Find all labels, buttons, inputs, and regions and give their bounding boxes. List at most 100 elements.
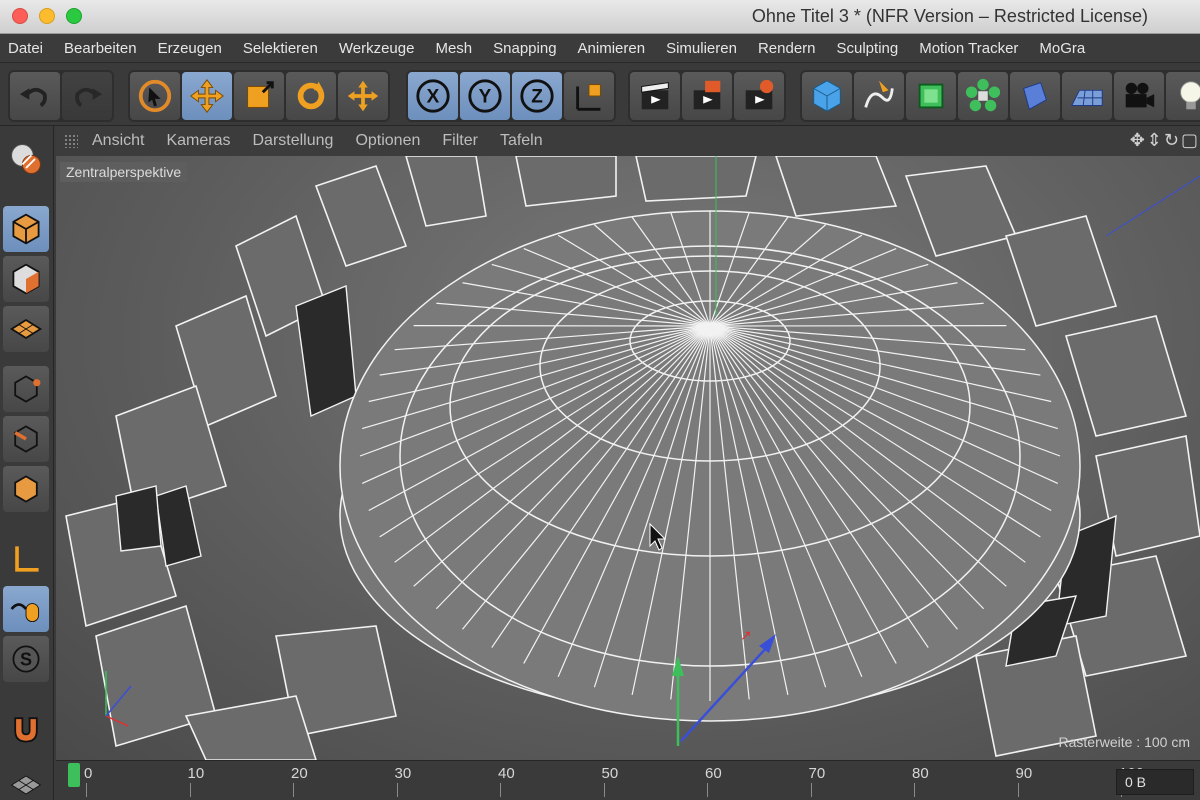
timeline-tick (603, 783, 605, 797)
menu-simulieren[interactable]: Simulieren (666, 40, 737, 57)
snap-magnet-button[interactable] (3, 706, 49, 752)
axis-lock-group: X Y Z (406, 70, 616, 122)
cube-object-button[interactable] (802, 72, 852, 120)
panel-grip-icon[interactable] (64, 134, 78, 148)
light-button[interactable] (1166, 72, 1200, 120)
edges-mode-button[interactable] (3, 416, 49, 462)
solo-mode-button[interactable]: S (3, 636, 49, 682)
menu-animieren[interactable]: Animieren (578, 40, 646, 57)
grid-spacing-info: Rasterweite : 100 cm (1058, 734, 1191, 750)
menu-mograph[interactable]: MoGra (1039, 40, 1085, 57)
redo-button[interactable] (62, 72, 112, 120)
polygons-mode-icon (14, 475, 38, 503)
select-tool-button[interactable] (130, 72, 180, 120)
viewport-menu-ansicht[interactable]: Ansicht (92, 132, 144, 150)
mograph-cloner-icon (965, 78, 1001, 112)
object-create-group (800, 70, 1200, 122)
menu-selektieren[interactable]: Selektieren (243, 40, 318, 57)
timeline-tick-label: 50 (601, 765, 619, 782)
menu-erzeugen[interactable]: Erzeugen (158, 40, 222, 57)
menu-datei[interactable]: Datei (8, 40, 43, 57)
z-axis-icon: Z (520, 79, 554, 113)
scale-icon (247, 81, 274, 108)
move-tool-button[interactable] (182, 72, 232, 120)
floor-button[interactable] (1062, 72, 1112, 120)
menu-rendern[interactable]: Rendern (758, 40, 816, 57)
render-group (628, 70, 786, 122)
window-close-button[interactable] (12, 8, 28, 24)
menu-werkzeuge[interactable]: Werkzeuge (339, 40, 415, 57)
zoom-icon[interactable]: ⇕ (1147, 130, 1164, 150)
timeline-tick (189, 783, 191, 797)
move-icon (190, 79, 224, 113)
render-settings-button[interactable] (734, 72, 784, 120)
viewport-menu-kameras[interactable]: Kameras (166, 132, 230, 150)
menu-snapping[interactable]: Snapping (493, 40, 556, 57)
grid-icon (10, 775, 42, 795)
timeline-tick (810, 783, 812, 797)
maximize-icon[interactable]: ▢ (1181, 130, 1200, 150)
y-axis-lock-button[interactable]: Y (460, 72, 510, 120)
deformer-button[interactable] (1010, 72, 1060, 120)
redo-icon (75, 87, 103, 108)
y-axis-icon: Y (468, 79, 502, 113)
workplane-icon (9, 318, 43, 340)
window-zoom-button[interactable] (66, 8, 82, 24)
deformer-icon (1023, 82, 1047, 111)
timeline-tick-label: 30 (394, 765, 412, 782)
points-mode-button[interactable] (3, 366, 49, 412)
z-axis-lock-button[interactable]: Z (512, 72, 562, 120)
viewport-menu-tafeln[interactable]: Tafeln (500, 132, 543, 150)
viewport-navigation: ✥⇕↻▢ (1130, 130, 1200, 151)
svg-text:↗: ↗ (740, 627, 752, 643)
render-picture-viewer-button[interactable] (682, 72, 732, 120)
scale-tool-button[interactable] (234, 72, 284, 120)
transform-group (128, 70, 390, 122)
undo-button[interactable] (10, 72, 60, 120)
tweak-mode-icon (10, 603, 40, 623)
current-frame-field[interactable]: 0 B (1116, 769, 1194, 795)
cloner-button[interactable] (958, 72, 1008, 120)
timeline-tick (293, 783, 294, 797)
spline-pen-button[interactable] (854, 72, 904, 120)
workplane-mode-button[interactable] (3, 306, 49, 352)
coordinate-system-button[interactable] (564, 72, 614, 120)
cube-icon (813, 80, 841, 112)
grid-button[interactable] (3, 762, 49, 800)
viewport-menu-optionen[interactable]: Optionen (355, 132, 420, 150)
subdivision-surface-button[interactable] (906, 72, 956, 120)
x-axis-lock-button[interactable]: X (408, 72, 458, 120)
edges-mode-icon (14, 425, 38, 453)
viewport-menu-darstellung[interactable]: Darstellung (253, 132, 334, 150)
render-view-button[interactable] (630, 72, 680, 120)
viewport-menu-filter[interactable]: Filter (442, 132, 478, 150)
timeline-tick (914, 783, 915, 797)
timeline-ruler[interactable]: 0102030405060708090100 (68, 761, 1144, 800)
solo-mode-icon: S (12, 645, 40, 673)
orbit-icon[interactable]: ↻ (1164, 130, 1181, 150)
camera-button[interactable] (1114, 72, 1164, 120)
move-alt-tool-button[interactable] (338, 72, 388, 120)
timeline-tick-label: 0 (84, 765, 93, 782)
menu-motion-tracker[interactable]: Motion Tracker (919, 40, 1018, 57)
model-mode-button[interactable] (3, 206, 49, 252)
polygons-mode-button[interactable] (3, 466, 49, 512)
menu-sculpting[interactable]: Sculpting (837, 40, 899, 57)
timeline-tick-label: 40 (498, 765, 515, 782)
snap-magnet-icon (14, 717, 38, 743)
axis-mode-button[interactable] (3, 536, 49, 582)
select-pointer-icon (138, 79, 172, 113)
window-minimize-button[interactable] (39, 8, 55, 24)
rotate-tool-button[interactable] (286, 72, 336, 120)
texture-mode-icon (12, 263, 40, 295)
menu-bearbeiten[interactable]: Bearbeiten (64, 40, 137, 57)
tweak-mode-button[interactable] (3, 586, 49, 632)
globe-mode-button[interactable] (3, 136, 49, 182)
timeline-playhead[interactable] (68, 763, 80, 787)
texture-mode-button[interactable] (3, 256, 49, 302)
camera-label[interactable]: Zentralperspektive (60, 162, 188, 182)
pan-icon[interactable]: ✥ (1130, 130, 1147, 150)
spline-pen-icon (864, 80, 894, 108)
3d-viewport[interactable]: ↗ Zentralperspektive Rasterweite : 100 c… (56, 156, 1200, 760)
menu-mesh[interactable]: Mesh (435, 40, 472, 57)
